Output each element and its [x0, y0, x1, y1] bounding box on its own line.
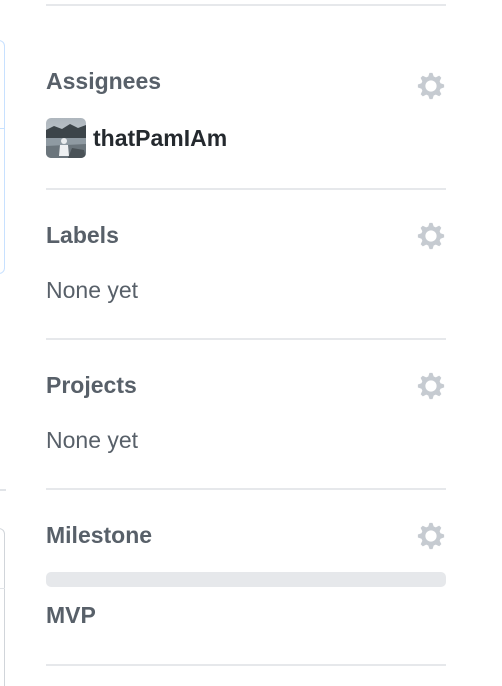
milestone-progress-bar — [46, 572, 446, 587]
assignee-login: thatPamIAm — [93, 125, 228, 151]
labels-value: None yet — [46, 277, 139, 303]
comment-box-divider-lower — [0, 588, 5, 589]
labels-heading: Labels — [46, 222, 119, 248]
comment-box-divider — [0, 128, 5, 129]
assignees-section: Assignees thatPamIAm — [46, 0, 446, 190]
section-divider — [46, 664, 446, 666]
comment-box-edge — [0, 40, 5, 274]
projects-heading: Projects — [46, 372, 137, 398]
comment-box-edge-lower — [0, 528, 5, 686]
section-divider — [46, 488, 446, 490]
projects-gear-icon[interactable] — [416, 371, 446, 401]
assignees-gear-icon[interactable] — [416, 71, 446, 101]
projects-value: None yet — [46, 427, 139, 453]
labels-gear-icon[interactable] — [416, 221, 446, 251]
milestone-gear-icon[interactable] — [416, 521, 446, 551]
timeline-divider-edge — [0, 489, 6, 491]
labels-section: Labels None yet — [46, 190, 446, 340]
assignee-user[interactable]: thatPamIAm — [46, 118, 227, 158]
milestone-title-link[interactable]: MVP — [46, 601, 96, 629]
assignees-heading: Assignees — [46, 68, 162, 94]
projects-section: Projects None yet — [46, 340, 446, 490]
issue-page: Assignees thatPamIAm Labels None yet Pro… — [0, 0, 502, 686]
avatar — [46, 118, 86, 158]
milestone-heading: Milestone — [46, 522, 153, 548]
